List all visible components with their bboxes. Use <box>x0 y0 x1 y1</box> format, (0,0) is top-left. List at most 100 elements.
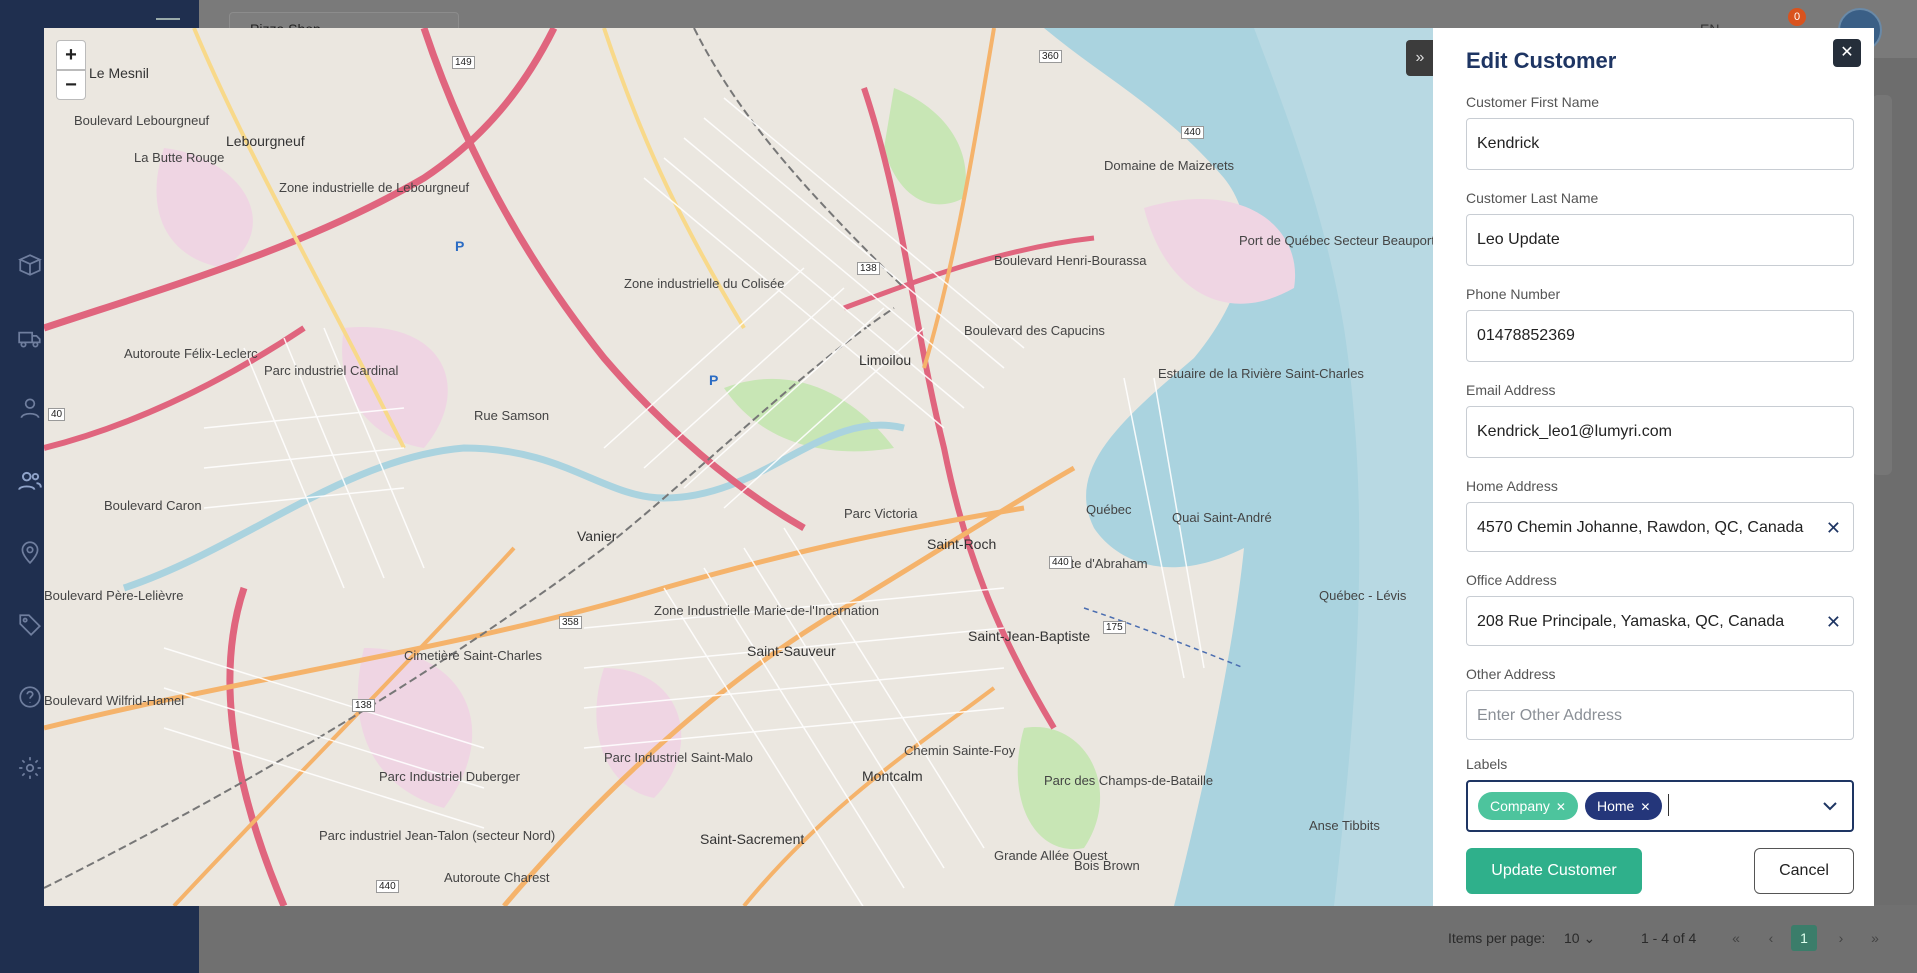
map-label: Vanier <box>577 528 617 544</box>
items-per-page-select[interactable]: 10 ⌄ <box>1564 930 1595 947</box>
zoom-out-button[interactable]: − <box>56 70 86 100</box>
map-label: Cimetière Saint-Charles <box>404 648 542 663</box>
home-address-field[interactable]: 4570 Chemin Johanne, Rawdon, QC, Canada … <box>1466 502 1854 552</box>
map-label: Parc Victoria <box>844 506 918 521</box>
map-label: Saint-Jean-Baptiste <box>968 628 1091 644</box>
map-label: Boulevard des Capucins <box>964 323 1105 338</box>
labels-select[interactable]: Company ✕ Home ✕ <box>1466 780 1854 832</box>
office-address-label: Office Address <box>1466 572 1557 588</box>
prev-page-icon[interactable]: ‹ <box>1758 925 1784 951</box>
map-label: Parc Industriel Duberger <box>379 769 520 784</box>
map-label: Estuaire de la Rivière Saint-Charles <box>1158 366 1364 381</box>
map-label: Parc des Champs-de-Bataille <box>1044 773 1214 788</box>
email-field[interactable]: Kendrick_leo1@lumyri.com <box>1466 406 1854 458</box>
route-shield: 138 <box>857 262 880 275</box>
close-icon[interactable]: ✕ <box>1833 39 1861 67</box>
map-label: Autoroute Félix-Leclerc <box>124 346 258 361</box>
map-label: Parc Industriel Saint-Malo <box>604 750 753 765</box>
map-label: Boulevard Wilfrid-Hamel <box>44 693 185 708</box>
map-label: Chemin Sainte-Foy <box>904 743 1016 758</box>
remove-chip-icon[interactable]: ✕ <box>1556 800 1566 814</box>
first-name-label: Customer First Name <box>1466 94 1600 110</box>
next-page-icon[interactable]: › <box>1828 925 1854 951</box>
label-chip-company[interactable]: Company ✕ <box>1478 792 1578 820</box>
phone-field[interactable]: 01478852369 <box>1466 310 1854 362</box>
remove-chip-icon[interactable]: ✕ <box>1640 800 1650 814</box>
map-label: Le Mesnil <box>89 65 149 81</box>
chevron-down-icon: ⌄ <box>1583 930 1596 946</box>
customers-icon[interactable] <box>17 468 43 494</box>
home-address-label: Home Address <box>1466 478 1558 494</box>
label-chip-home[interactable]: Home ✕ <box>1585 792 1663 820</box>
user-shield-icon[interactable] <box>17 395 43 421</box>
map-label: Montcalm <box>862 768 923 784</box>
map-label: Rue Samson <box>474 408 550 423</box>
route-shield: 175 <box>1103 621 1126 634</box>
text-caret <box>1668 794 1669 816</box>
map-label: Québec <box>1086 502 1132 517</box>
map-label: Anse Tibbits <box>1309 818 1380 833</box>
parking-icon: P <box>709 372 719 388</box>
clear-office-address-icon[interactable]: ✕ <box>1826 597 1841 645</box>
first-page-icon[interactable]: « <box>1723 925 1749 951</box>
page-1-button[interactable]: 1 <box>1791 925 1817 951</box>
help-icon[interactable] <box>17 684 43 710</box>
map-label: Saint-Roch <box>927 536 997 552</box>
tag-icon[interactable] <box>17 612 43 638</box>
route-shield: 40 <box>48 408 66 421</box>
panel-title: Edit Customer <box>1466 48 1617 73</box>
other-address-label: Other Address <box>1466 666 1556 682</box>
route-shield: 358 <box>559 616 582 629</box>
map-label: Parc industriel Jean-Talon (secteur Nord… <box>319 828 556 843</box>
items-per-page-value: 10 <box>1564 930 1580 946</box>
route-shield: 440 <box>1181 126 1204 139</box>
chip-text: Home <box>1597 798 1635 814</box>
settings-icon[interactable] <box>17 755 43 781</box>
email-label: Email Address <box>1466 382 1556 398</box>
map-label: Boulevard Père-Lelièvre <box>44 588 184 603</box>
map-label: Boulevard Henri-Bourassa <box>994 253 1147 268</box>
map-label: Zone Industrielle Marie-de-l'Incarnation <box>654 603 880 618</box>
route-shield: 440 <box>1049 556 1072 569</box>
first-name-field[interactable]: Kendrick <box>1466 118 1854 170</box>
map-view[interactable]: + − Le Mesnil Lebourgneuf La Butte Rouge… <box>44 28 1433 906</box>
labels-label: Labels <box>1466 756 1508 772</box>
zoom-in-button[interactable]: + <box>56 40 86 70</box>
collapse-panel-button[interactable]: » <box>1406 40 1434 76</box>
map-label: Quai Saint-André <box>1172 510 1272 525</box>
map-label: Boulevard Lebourgneuf <box>74 113 210 128</box>
map-label: Zone industrielle de Lebourgneuf <box>279 180 470 195</box>
last-name-field[interactable]: Leo Update <box>1466 214 1854 266</box>
phone-label: Phone Number <box>1466 286 1561 302</box>
box-icon[interactable] <box>17 252 43 278</box>
notification-badge[interactable]: 0 <box>1788 8 1806 26</box>
other-address-field[interactable]: Enter Other Address <box>1466 690 1854 740</box>
map-label: Québec - Lévis <box>1319 588 1407 603</box>
chevron-down-icon[interactable] <box>1820 796 1840 816</box>
truck-icon[interactable] <box>17 325 43 351</box>
map-label: Zone industrielle du Colisée <box>624 276 785 291</box>
items-per-page-label: Items per page: <box>1448 930 1546 946</box>
map-label: Port de Québec Secteur Beauport <box>1239 233 1433 248</box>
map-label: Saint-Sacrement <box>700 831 805 847</box>
map-label: Grande Allée Ouest <box>994 848 1108 863</box>
route-shield: 360 <box>1039 50 1062 63</box>
location-icon[interactable] <box>17 539 43 565</box>
cancel-button[interactable]: Cancel <box>1754 848 1854 894</box>
map-label: Boulevard Caron <box>104 498 202 513</box>
background-card <box>1872 95 1892 475</box>
office-address-field[interactable]: 208 Rue Principale, Yamaska, QC, Canada … <box>1466 596 1854 646</box>
parking-icon: P <box>455 238 465 254</box>
map-label: La Butte Rouge <box>134 150 225 165</box>
chip-text: Company <box>1490 798 1550 814</box>
edit-customer-panel: Edit Customer ✕ Customer First Name Kend… <box>1433 28 1874 906</box>
last-page-icon[interactable]: » <box>1862 925 1888 951</box>
map-label: Lebourgneuf <box>226 133 305 149</box>
map-label: Parc industriel Cardinal <box>264 363 399 378</box>
map-label: Saint-Sauveur <box>747 643 836 659</box>
clear-home-address-icon[interactable]: ✕ <box>1826 503 1841 551</box>
update-customer-button[interactable]: Update Customer <box>1466 848 1642 894</box>
map-label: Limoilou <box>859 352 912 368</box>
route-shield: 440 <box>376 880 399 893</box>
app-root: Pizza Shop EN 0 Items per page: 10 ⌄ 1 -… <box>0 0 1917 973</box>
